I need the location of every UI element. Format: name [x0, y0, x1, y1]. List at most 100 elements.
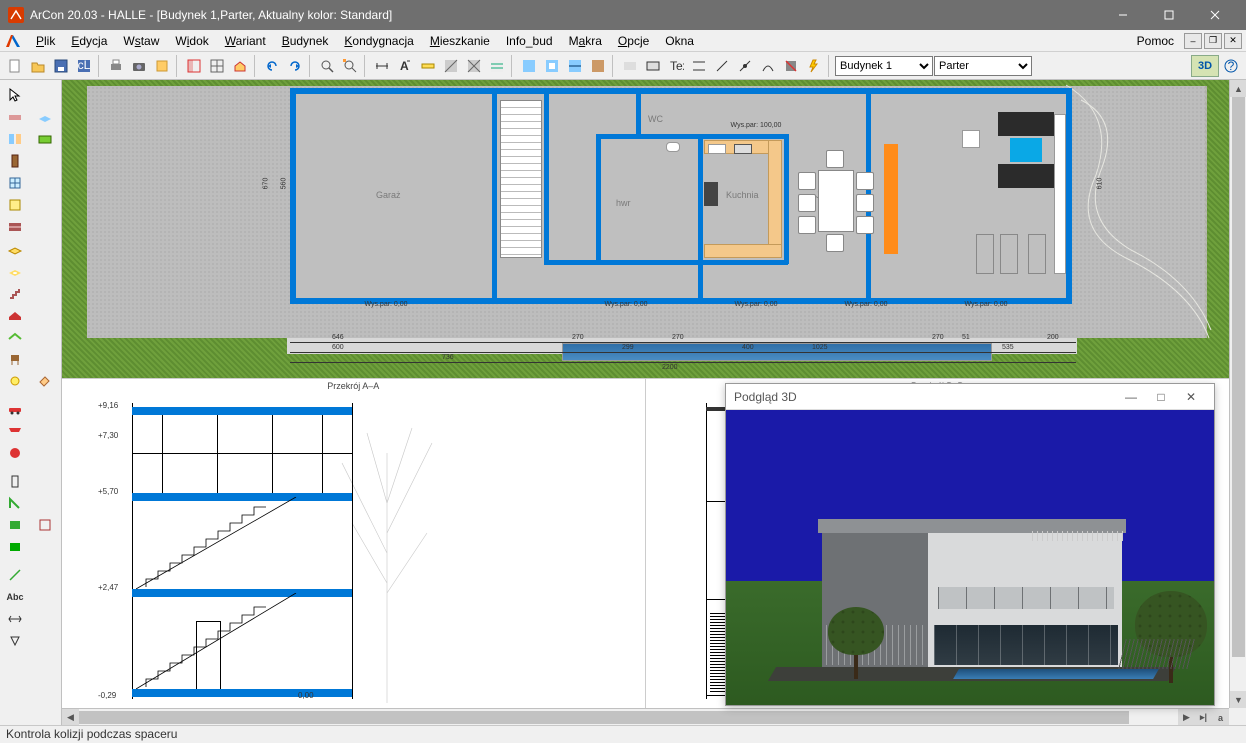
zoom-button[interactable]	[316, 55, 338, 77]
menu-widok[interactable]: Widok	[167, 32, 216, 50]
menu-edycja[interactable]: Edycja	[63, 32, 115, 50]
print-button[interactable]	[105, 55, 127, 77]
mdi-minimize-button[interactable]: –	[1184, 33, 1202, 49]
layout-button[interactable]	[183, 55, 205, 77]
preview-3d-minimize-button[interactable]: —	[1116, 384, 1146, 410]
zoom-extents-button[interactable]	[339, 55, 361, 77]
help-button[interactable]: ?	[1220, 55, 1242, 77]
section-tool[interactable]	[780, 55, 802, 77]
dim-tool-b[interactable]	[711, 55, 733, 77]
light-tool[interactable]	[2, 370, 28, 392]
layer-tool-3[interactable]	[564, 55, 586, 77]
layer-tool-1[interactable]	[518, 55, 540, 77]
vertical-scrollbar[interactable]: ▲ ▼	[1229, 80, 1246, 708]
rect-obj-tool[interactable]	[2, 514, 28, 536]
camera-button[interactable]	[128, 55, 150, 77]
menu-mieszkanie[interactable]: Mieszkanie	[422, 32, 498, 50]
window-tool[interactable]	[2, 172, 28, 194]
preview-3d-scene[interactable]	[726, 410, 1214, 705]
preview-3d-window[interactable]: Podgląd 3D — □ ✕	[725, 383, 1215, 706]
paint-tool[interactable]	[32, 370, 58, 392]
dim-tool-c[interactable]	[734, 55, 756, 77]
section-a[interactable]: Przekrój A–A	[62, 378, 646, 708]
dim-chain-tool[interactable]	[2, 608, 28, 630]
mode-tool-2[interactable]	[642, 55, 664, 77]
door-tool[interactable]	[2, 150, 28, 172]
layer-tool-2[interactable]	[541, 55, 563, 77]
menu-kondygnacja[interactable]: Kondygnacja	[336, 32, 421, 50]
undo-button[interactable]	[261, 55, 283, 77]
layer-tool-4[interactable]	[587, 55, 609, 77]
scroll-down-button[interactable]: ▼	[1230, 691, 1246, 708]
wall-green-tool[interactable]	[32, 128, 58, 150]
wall-split-tool[interactable]	[2, 128, 28, 150]
car-tool[interactable]	[2, 398, 28, 420]
flash-tool[interactable]	[803, 55, 825, 77]
horizontal-scrollbar[interactable]: ◀ ▶ ▸| a	[62, 708, 1229, 725]
menu-infobud[interactable]: Info_bud	[498, 32, 561, 50]
new-file-button[interactable]	[4, 55, 26, 77]
mdi-restore-button[interactable]: ❐	[1204, 33, 1222, 49]
roof-tool-1[interactable]	[2, 304, 28, 326]
hatch-tool-2[interactable]	[463, 55, 485, 77]
text-label-tool[interactable]: Text	[665, 55, 687, 77]
awning-tool[interactable]	[2, 420, 28, 442]
furniture-tool[interactable]	[2, 348, 28, 370]
menu-makra[interactable]: Makra	[561, 32, 610, 50]
window-maximize-button[interactable]	[1146, 0, 1192, 30]
scroll-end-button[interactable]: ▸|	[1195, 709, 1212, 725]
dim-tool-d[interactable]	[757, 55, 779, 77]
redo-button[interactable]	[284, 55, 306, 77]
text-abc-tool[interactable]: Abc	[2, 586, 28, 608]
angle-tool[interactable]	[2, 492, 28, 514]
building-select[interactable]: Budynek 1	[835, 56, 933, 76]
menu-budynek[interactable]: Budynek	[274, 32, 337, 50]
line-tool[interactable]	[2, 564, 28, 586]
hatch-tool-1[interactable]	[440, 55, 462, 77]
slab-tool[interactable]	[2, 238, 28, 260]
menu-okna[interactable]: Okna	[657, 32, 702, 50]
roof-tool-2[interactable]	[2, 326, 28, 348]
hatch-tool-3[interactable]	[486, 55, 508, 77]
menu-opcje[interactable]: Opcje	[610, 32, 657, 50]
window-yel-tool[interactable]	[2, 194, 28, 216]
grid-button[interactable]	[206, 55, 228, 77]
window-close-button[interactable]	[1192, 0, 1238, 30]
marker-tool[interactable]	[2, 442, 28, 464]
window-minimize-button[interactable]	[1100, 0, 1146, 30]
menu-wstaw[interactable]: Wstaw	[115, 32, 167, 50]
scroll-up-button[interactable]: ▲	[1230, 80, 1246, 97]
dim-tool-1[interactable]	[371, 55, 393, 77]
scroll-thumb-h[interactable]	[79, 711, 1129, 724]
select-tool[interactable]	[2, 84, 28, 106]
door-frame-tool[interactable]	[2, 470, 28, 492]
scroll-right-button[interactable]: ▶	[1178, 709, 1195, 725]
floor-select[interactable]: Parter	[934, 56, 1032, 76]
panel-tool[interactable]	[2, 536, 28, 558]
open-file-button[interactable]	[27, 55, 49, 77]
wall-tool[interactable]	[2, 106, 28, 128]
preview-3d-maximize-button[interactable]: □	[1146, 384, 1176, 410]
menu-pomoc[interactable]: Pomoc	[1129, 32, 1182, 50]
scroll-mode-button[interactable]: a	[1212, 709, 1229, 725]
menu-wariant[interactable]: Wariant	[217, 32, 274, 50]
save-file-button[interactable]	[50, 55, 72, 77]
dim-tool-a[interactable]	[688, 55, 710, 77]
preview-3d-close-button[interactable]: ✕	[1176, 384, 1206, 410]
mdi-close-button[interactable]: ✕	[1224, 33, 1242, 49]
preview-3d-titlebar[interactable]: Podgląd 3D — □ ✕	[726, 384, 1214, 410]
menu-plik[interactable]: Plik	[28, 32, 63, 50]
text-tool[interactable]: A	[394, 55, 416, 77]
wall3d-tool[interactable]	[32, 106, 58, 128]
house-wizard-button[interactable]	[229, 55, 251, 77]
view-3d-button[interactable]: 3D	[1191, 55, 1219, 77]
slab-hole-tool[interactable]	[2, 260, 28, 282]
brick-tool[interactable]	[2, 216, 28, 238]
ruler-tool[interactable]	[417, 55, 439, 77]
export-button[interactable]	[151, 55, 173, 77]
rect-obj-2-tool[interactable]	[32, 514, 58, 536]
level-mark-tool[interactable]	[2, 630, 28, 652]
stairs-tool[interactable]	[2, 282, 28, 304]
scroll-left-button[interactable]: ◀	[62, 709, 79, 725]
scroll-thumb-v[interactable]	[1232, 97, 1245, 657]
